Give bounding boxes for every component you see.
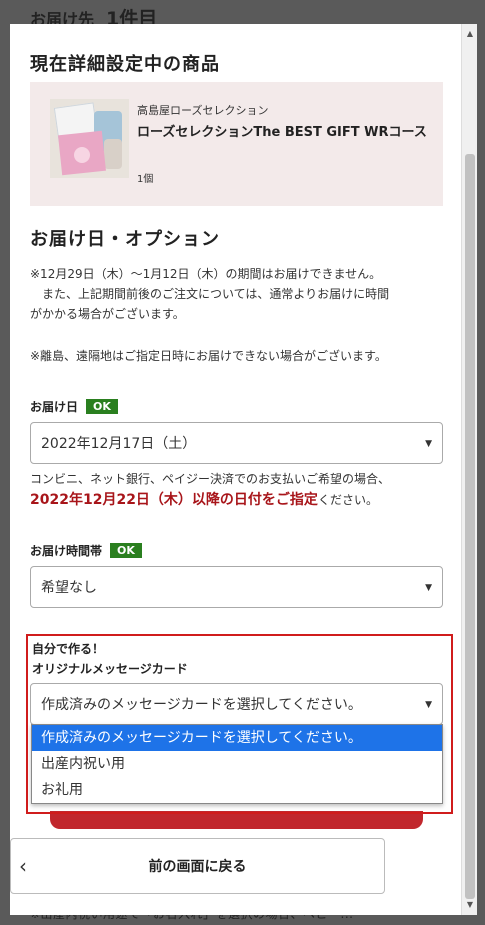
scroll-down-icon[interactable]: ▼ (462, 897, 477, 913)
chevron-left-icon: ‹ (19, 854, 27, 878)
product-quantity: 1個 (137, 174, 154, 185)
dropdown-option[interactable]: 作成済みのメッセージカードを選択してください。 (32, 725, 442, 751)
chevron-down-icon: ▼ (425, 700, 432, 710)
remote-area-notice: ※離島、遠隔地はご指定日時にお届けできない場合がございます。 (30, 349, 387, 363)
dropdown-option[interactable]: お礼用 (32, 777, 442, 803)
message-card-dropdown: 作成済みのメッセージカードを選択してください。 出産内祝い用 お礼用 (31, 724, 443, 804)
product-name: ローズセレクションThe BEST GIFT WRコース (137, 125, 427, 140)
message-card-title-line2: オリジナルメッセージカード (32, 662, 188, 676)
payment-hint: コンビニ、ネット銀行、ペイジー決済でのお支払いご希望の場合、 (30, 472, 391, 486)
payment-date-tail: ください。 (317, 493, 378, 507)
delivery-time-label-text: お届け時間帯 (30, 544, 103, 558)
back-button[interactable]: ‹ 前の画面に戻る (10, 838, 385, 894)
delivery-time-select[interactable]: 希望なし ▼ (30, 566, 443, 608)
scrollbar[interactable]: ▲ ▼ (461, 24, 477, 915)
delivery-date-label-text: お届け日 (30, 400, 79, 414)
delivery-time-value: 希望なし (41, 580, 97, 596)
delivery-date-ok-badge: OK (86, 399, 118, 414)
scroll-up-icon[interactable]: ▲ (462, 26, 477, 42)
options-modal: 現在詳細設定中の商品 高島屋ローズセレクション ローズセレクションThe BES… (10, 24, 477, 915)
product-section-title: 現在詳細設定中の商品 (30, 54, 220, 75)
product-brand: 高島屋ローズセレクション (137, 104, 269, 117)
delivery-date-label: お届け日 OK (30, 398, 118, 415)
delivery-time-ok-badge: OK (110, 543, 142, 558)
payment-date-hint: 2022年12月22日（木）以降の日付をご指定ください。 (30, 490, 378, 510)
message-card-value: 作成済みのメッセージカードを選択してください。 (41, 697, 362, 713)
delivery-date-value: 2022年12月17日（土） (41, 436, 197, 452)
chevron-down-icon: ▼ (425, 583, 432, 593)
message-card-title-line1: 自分で作る！ (32, 642, 105, 656)
payment-date-highlight: 2022年12月22日（木）以降の日付をご指定 (30, 492, 318, 508)
delivery-time-label: お届け時間帯 OK (30, 542, 142, 559)
chevron-down-icon: ▼ (425, 439, 432, 449)
product-card: 高島屋ローズセレクション ローズセレクションThe BEST GIFT WRコー… (30, 82, 443, 206)
back-button-label: 前の画面に戻る (148, 859, 247, 875)
message-card-select[interactable]: 作成済みのメッセージカードを選択してください。 ▼ (30, 683, 443, 725)
product-image (50, 99, 129, 178)
delivery-section-title: お届け日・オプション (30, 229, 220, 250)
delivery-date-select[interactable]: 2022年12月17日（土） ▼ (30, 422, 443, 464)
dropdown-option[interactable]: 出産内祝い用 (32, 751, 442, 777)
scroll-thumb[interactable] (465, 154, 475, 899)
delivery-notice: ※12月29日（木）～1月12日（木）の期間はお届けできません。 また、上記期間… (30, 267, 390, 321)
